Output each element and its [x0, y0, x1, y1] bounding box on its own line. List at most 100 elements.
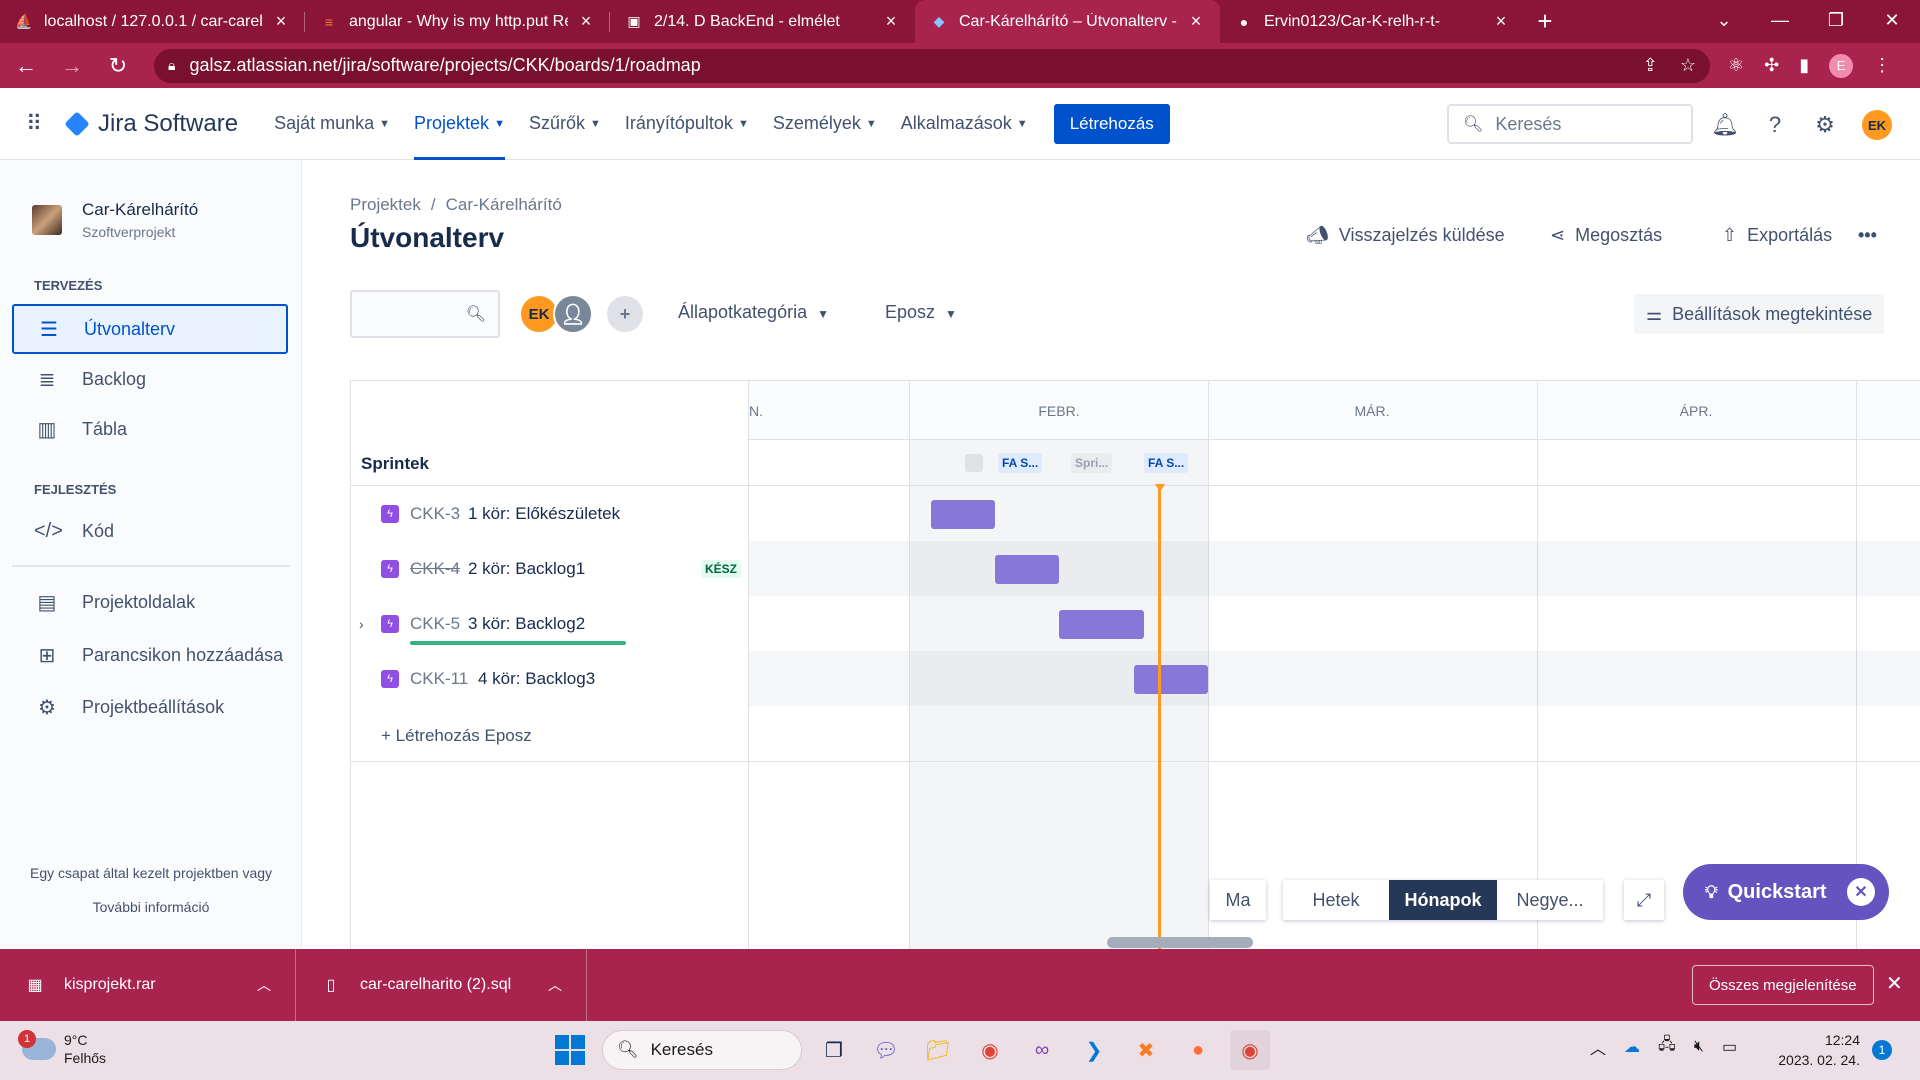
xampp-icon[interactable]: ✖: [1126, 1030, 1166, 1070]
sprint-chip[interactable]: FA S...: [998, 453, 1043, 473]
create-epic-button[interactable]: + Létrehozás Eposz: [381, 726, 532, 746]
zoom-quarters[interactable]: Negye...: [1497, 880, 1603, 920]
view-settings-button[interactable]: ⚌ Beállítások megtekintése: [1634, 294, 1885, 334]
more-actions-button[interactable]: •••: [1858, 225, 1877, 246]
nav-your-work[interactable]: Saját munka ▼: [274, 88, 390, 160]
feedback-button[interactable]: 📣︎ Visszajelzés küldése: [1306, 225, 1505, 246]
sprint-chip[interactable]: Spri...: [1071, 453, 1113, 473]
gear-icon[interactable]: ⚙: [1812, 112, 1838, 138]
bookmark-star-icon[interactable]: ☆: [1680, 55, 1696, 76]
issue-key[interactable]: CKK-3: [410, 504, 460, 524]
issue-summary[interactable]: 2 kör: Backlog1: [468, 559, 585, 579]
chrome-profile-icon[interactable]: ◉: [1230, 1030, 1270, 1070]
epic-row-ckk-3[interactable]: ϟ CKK-3 1 kör: Előkészületek: [351, 486, 749, 541]
issue-summary[interactable]: 3 kör: Backlog2: [468, 614, 585, 634]
app-switcher-icon[interactable]: ⠿: [26, 111, 50, 137]
nav-dashboards[interactable]: Irányítópultok ▼: [625, 88, 749, 160]
sidebar-item-code[interactable]: </> Kód: [12, 506, 288, 556]
sidebar-item-add-shortcut[interactable]: ⊞ Parancsikon hozzáadása: [12, 630, 288, 680]
back-icon[interactable]: ←: [6, 46, 46, 86]
start-button[interactable]: [550, 1030, 590, 1070]
search-input[interactable]: 🔍︎ Keresés: [1447, 104, 1693, 144]
issue-key[interactable]: CKK-5: [410, 614, 460, 634]
battery-icon[interactable]: ▭: [1722, 1037, 1737, 1057]
network-icon[interactable]: 🖧︎: [1658, 1033, 1676, 1060]
nav-apps[interactable]: Alkalmazások ▼: [901, 88, 1028, 160]
breadcrumb-project[interactable]: Car-Kárelhárító: [446, 195, 562, 214]
chevron-up-icon[interactable]: ︿: [1590, 1035, 1606, 1059]
epic-bar-ckk-4[interactable]: [995, 555, 1059, 584]
epic-row-ckk-5[interactable]: › ϟ CKK-5 3 kör: Backlog2: [351, 596, 749, 651]
url-text[interactable]: galsz.atlassian.net/jira/software/projec…: [189, 55, 1642, 76]
zoom-months[interactable]: Hónapok: [1389, 880, 1497, 920]
fullscreen-expand-icon[interactable]: ⤢: [1624, 880, 1664, 920]
epic-bar-ckk-11[interactable]: [1134, 665, 1208, 694]
create-button[interactable]: Létrehozás: [1053, 103, 1170, 144]
teams-chat-icon[interactable]: 💬︎: [866, 1030, 906, 1070]
reload-icon[interactable]: ↻: [98, 46, 138, 86]
unassigned-avatar-icon[interactable]: 👤︎: [553, 294, 593, 334]
tab-search-icon[interactable]: ⌄: [1696, 0, 1752, 40]
address-bar[interactable]: 🔒︎ galsz.atlassian.net/jira/software/pro…: [154, 48, 1710, 83]
weather-widget[interactable]: 1 9°C Felhős: [18, 1030, 106, 1067]
breadcrumb-projects[interactable]: Projektek: [350, 195, 421, 214]
notification-badge[interactable]: 1: [1872, 1040, 1892, 1060]
zoom-weeks[interactable]: Hetek: [1283, 880, 1389, 920]
close-icon[interactable]: ✕: [1886, 971, 1903, 996]
horizontal-scrollbar[interactable]: [1107, 937, 1253, 948]
browser-tab[interactable]: ● Ervin0123/Car-K-relh-r-t- ×: [1220, 0, 1525, 43]
extensions-icon[interactable]: ✣: [1764, 55, 1779, 76]
forward-icon[interactable]: →: [52, 46, 92, 86]
today-button[interactable]: Ma: [1210, 880, 1266, 920]
project-header[interactable]: Car-Kárelhárító Szoftverprojekt: [32, 200, 198, 240]
close-icon[interactable]: ×: [881, 11, 901, 32]
issue-key[interactable]: CKK-4: [410, 559, 460, 579]
notifications-icon[interactable]: 🔔︎: [1711, 112, 1739, 138]
nav-people[interactable]: Személyek ▼: [773, 88, 877, 160]
epic-row-ckk-11[interactable]: ϟ CKK-11 4 kör: Backlog3: [351, 651, 749, 706]
browser-tab[interactable]: ≡ angular - Why is my http.put Request ×: [305, 0, 610, 43]
sidebar-item-project-pages[interactable]: ▤ Projektoldalak: [12, 577, 288, 627]
epic-dropdown[interactable]: Eposz ▼: [885, 302, 957, 323]
task-view-icon[interactable]: ❐: [814, 1030, 854, 1070]
epic-row-ckk-4[interactable]: ϟ CKK-4 2 kör: Backlog1 KÉSZ: [351, 541, 749, 596]
sidebar-item-backlog[interactable]: ≣ Backlog: [12, 354, 288, 404]
new-tab-button[interactable]: +: [1525, 0, 1565, 43]
help-icon[interactable]: ?: [1762, 112, 1788, 138]
react-devtools-icon[interactable]: ⚛: [1728, 55, 1744, 76]
sidebar-item-project-settings[interactable]: ⚙ Projektbeállítások: [12, 682, 288, 732]
browser-tab-active[interactable]: ◆ Car-Kárelhárító – Útvonalterv - Jira ×: [915, 0, 1220, 43]
menu-kebab-icon[interactable]: ⋮: [1873, 55, 1891, 76]
chevron-right-icon[interactable]: ›: [359, 616, 364, 632]
issue-summary[interactable]: 4 kör: Backlog3: [478, 669, 595, 689]
nav-projects[interactable]: Projektek ▼: [414, 88, 505, 160]
vscode-icon[interactable]: ❯: [1074, 1030, 1114, 1070]
user-avatar[interactable]: EK: [1862, 110, 1892, 140]
roadmap-search-input[interactable]: 🔍︎: [350, 290, 500, 338]
chrome-icon[interactable]: ◉: [970, 1030, 1010, 1070]
quickstart-button[interactable]: 💡︎ Quickstart ✕: [1683, 864, 1889, 920]
jira-logo[interactable]: Jira Software: [64, 110, 238, 138]
download-item[interactable]: ▦ kisprojekt.rar ︿: [0, 949, 296, 1021]
system-clock[interactable]: 12:24 2023. 02. 24.: [1776, 1030, 1860, 1070]
visual-studio-icon[interactable]: ∞: [1022, 1030, 1062, 1070]
side-panel-icon[interactable]: ▮: [1799, 55, 1809, 76]
browser-tab[interactable]: ▣ 2/14. D BackEnd - elmélet ×: [610, 0, 915, 43]
onedrive-icon[interactable]: ☁: [1624, 1037, 1640, 1057]
volume-muted-icon[interactable]: 🔇︎: [1694, 1038, 1704, 1056]
nav-filters[interactable]: Szűrők ▼: [529, 88, 601, 160]
sprint-chip[interactable]: FA S...: [1144, 453, 1189, 473]
issue-summary[interactable]: 1 kör: Előkészületek: [468, 504, 620, 524]
export-button[interactable]: ⇧ Exportálás: [1722, 225, 1832, 246]
issue-key[interactable]: CKK-11: [410, 669, 468, 689]
add-people-icon[interactable]: +: [605, 294, 645, 334]
close-icon[interactable]: ×: [271, 11, 291, 32]
share-button[interactable]: ⋖ Megosztás: [1550, 225, 1662, 246]
profile-avatar[interactable]: E: [1829, 53, 1854, 78]
minimize-icon[interactable]: —: [1752, 0, 1808, 40]
lock-icon[interactable]: 🔒︎: [168, 57, 175, 74]
status-category-dropdown[interactable]: Állapotkategória ▼: [678, 302, 829, 323]
browser-tab[interactable]: ⛵ localhost / 127.0.0.1 / car-carelharit…: [0, 0, 305, 43]
postman-icon[interactable]: ●: [1178, 1030, 1218, 1070]
sidebar-item-roadmap[interactable]: ☰ Útvonalterv: [12, 304, 288, 354]
